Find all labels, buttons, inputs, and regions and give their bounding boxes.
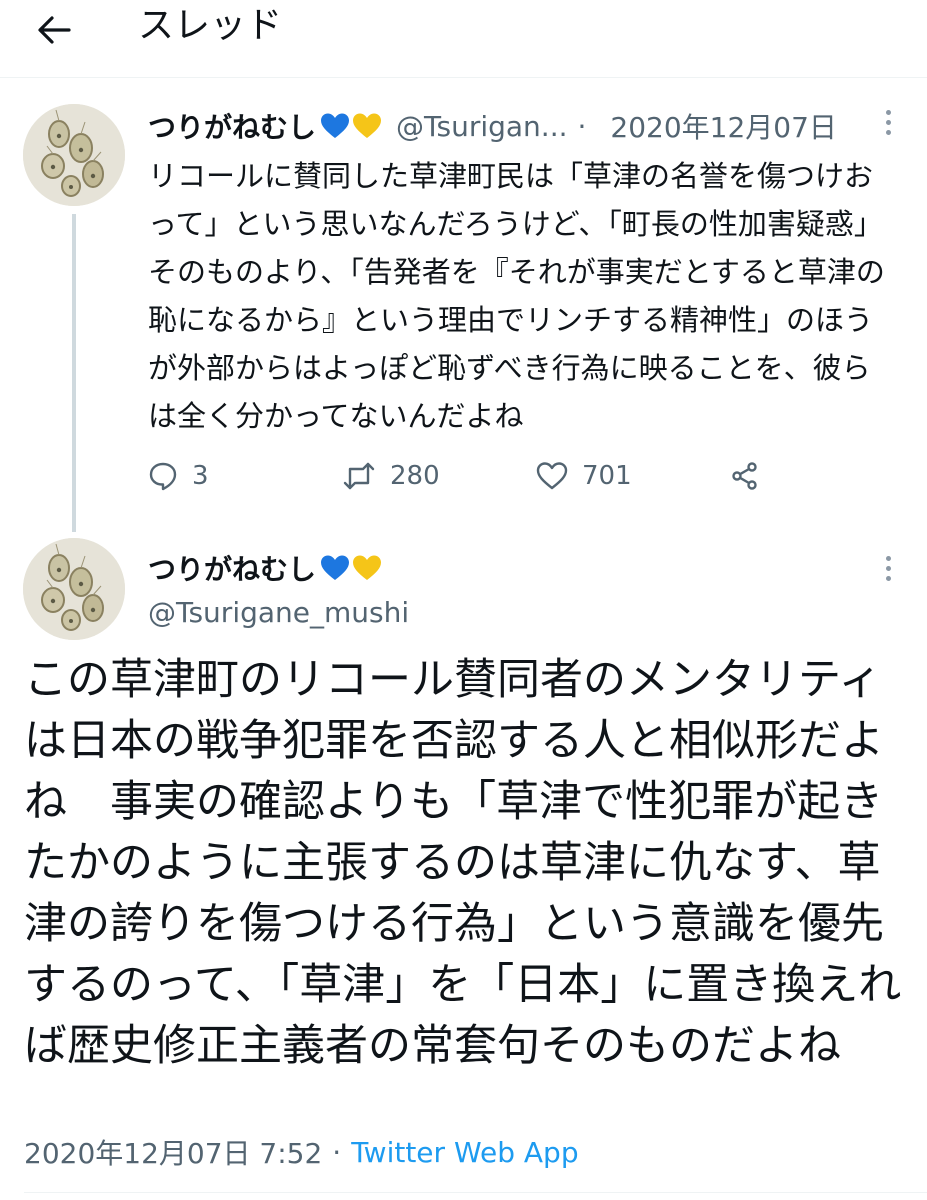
retweet-count: 280: [390, 461, 440, 491]
tweet-text: この草津町のリコール賛同者のメンタリティは日本の戦争犯罪を否認する人と相似形だよ…: [24, 655, 902, 1071]
handle-row: @Tsurigane_mushi: [148, 592, 409, 632]
tweet-meta: 2020年12月07日 7:52 · Twitter Web App: [24, 1132, 579, 1172]
tweet-timestamp[interactable]: 2020年12月07日 7:52: [24, 1132, 322, 1172]
more-dot: [885, 119, 891, 125]
blue-heart-icon: [321, 555, 350, 580]
share-icon: [732, 462, 757, 490]
reply-count: 3: [192, 461, 209, 491]
more-options-button[interactable]: [872, 102, 904, 142]
divider: [24, 1192, 927, 1193]
more-dot: [885, 129, 891, 135]
tweet-date[interactable]: 2020年12月07日: [610, 106, 837, 146]
reply-icon: [149, 462, 177, 491]
tweet-actions: 3 280 701: [148, 452, 788, 500]
display-name[interactable]: つりがねむし: [148, 106, 316, 146]
handle[interactable]: @Tsurigane_mushi: [148, 596, 409, 629]
tweet-header: つりがねむし @Tsurigan... · 2020年12月07日: [148, 104, 868, 148]
separator-dot: ·: [332, 1135, 342, 1169]
yellow-heart-icon: [353, 113, 382, 138]
handle[interactable]: @Tsurigan...: [396, 110, 567, 143]
blue-heart-icon: [321, 113, 350, 138]
more-dots-icon: [885, 555, 891, 561]
more-dots-icon: [885, 109, 891, 115]
avatar[interactable]: [23, 104, 125, 206]
tweet-text: リコールに賛同した草津町民は「草津の名誉を傷つけおって」という思いなんだろうけど…: [148, 159, 885, 433]
name-emoji: [320, 554, 382, 582]
arrow-left-icon: [38, 16, 71, 44]
like-count: 701: [582, 461, 632, 491]
display-name[interactable]: つりがねむし: [148, 548, 316, 588]
source-app-link[interactable]: Twitter Web App: [351, 1136, 578, 1169]
like-button[interactable]: 701: [536, 452, 632, 500]
reply-button[interactable]: 3: [148, 452, 209, 500]
separator-dot: ·: [577, 109, 587, 143]
yellow-heart-icon: [353, 555, 382, 580]
heart-outline-icon: [536, 462, 568, 490]
more-options-button[interactable]: [872, 548, 904, 588]
retweet-button[interactable]: 280: [342, 452, 440, 500]
name-emoji: [320, 112, 382, 140]
page-title: スレッド: [138, 5, 283, 46]
share-button[interactable]: [730, 452, 760, 500]
back-button[interactable]: [30, 6, 78, 54]
tweet-author: つりがねむし: [148, 546, 382, 590]
more-dot: [885, 575, 891, 581]
thread-connector-line: [72, 214, 76, 532]
top-bar: スレッド: [0, 0, 927, 78]
avatar[interactable]: [23, 538, 125, 640]
retweet-icon: [343, 462, 375, 490]
more-dot: [885, 565, 891, 571]
